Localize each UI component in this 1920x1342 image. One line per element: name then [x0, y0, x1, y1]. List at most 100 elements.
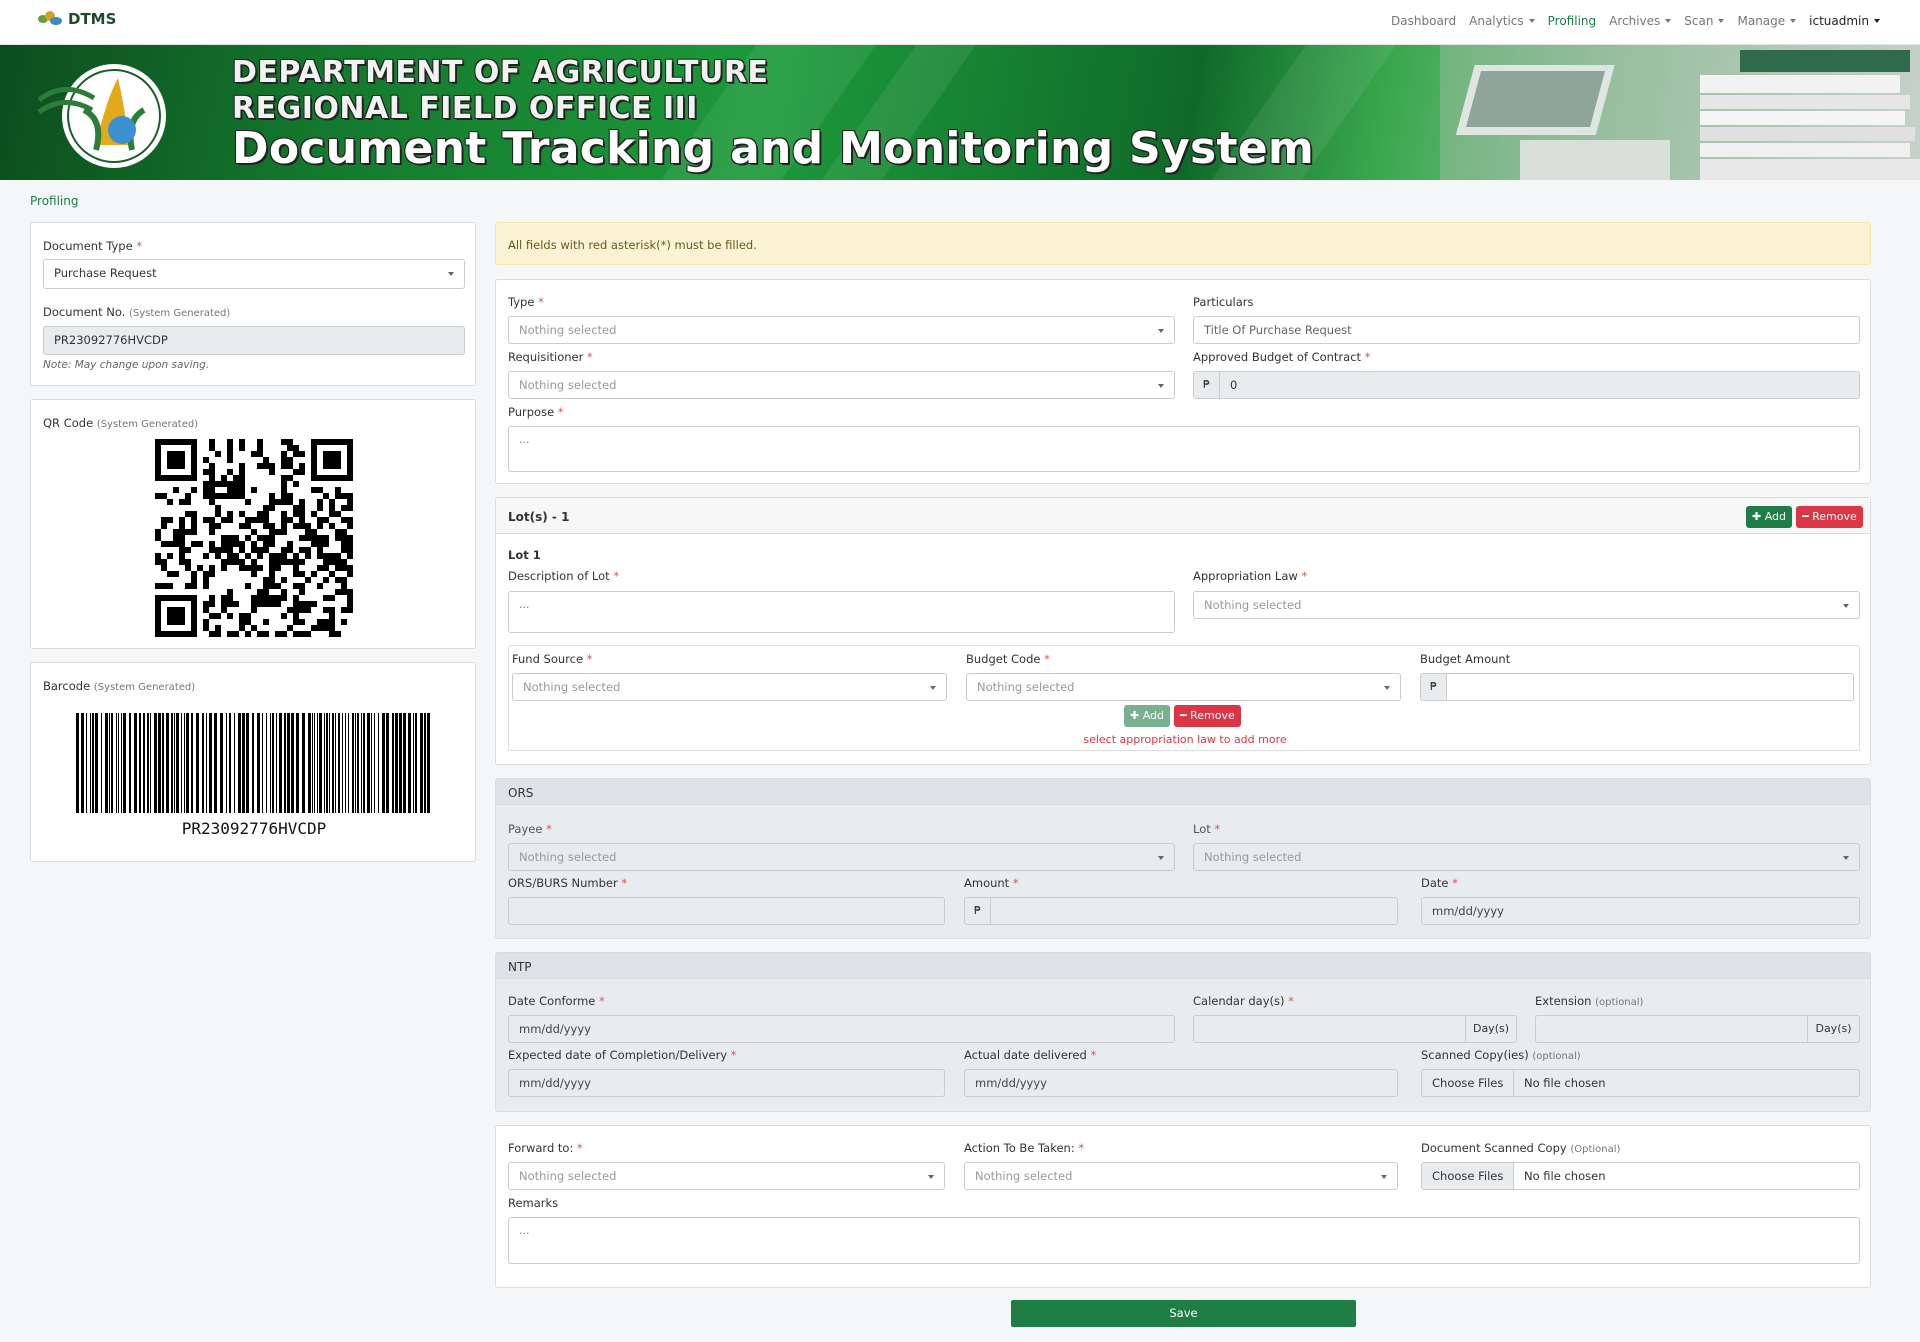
- abc-field: 0: [1219, 371, 1860, 399]
- lot-title: Lot 1: [508, 548, 541, 562]
- nav-manage[interactable]: Manage: [1737, 14, 1796, 28]
- expected-date-label: Expected date of Completion/Delivery *: [508, 1048, 737, 1062]
- payee-select[interactable]: Nothing selected: [508, 843, 1175, 871]
- remove-fund-source-button[interactable]: ━ Remove: [1174, 705, 1241, 727]
- particulars-label: Particulars: [1193, 295, 1254, 309]
- extension-optional: (optional): [1595, 997, 1644, 1008]
- budget-code-select[interactable]: Nothing selected: [966, 673, 1401, 701]
- nav-analytics[interactable]: Analytics: [1469, 14, 1535, 28]
- budget-amount-input[interactable]: [1446, 673, 1854, 701]
- choose-files-button[interactable]: Choose Files: [1422, 1163, 1515, 1189]
- required-asterisk: *: [586, 652, 593, 666]
- barcode-label: Barcode (System Generated): [43, 679, 195, 693]
- nav-archives-label: Archives: [1609, 14, 1661, 28]
- plus-icon: ✚: [1752, 510, 1762, 523]
- actual-date-input[interactable]: mm/dd/yyyy: [964, 1069, 1398, 1097]
- ors-amount-input[interactable]: [990, 897, 1398, 925]
- particulars-input[interactable]: Title Of Purchase Request: [1193, 316, 1860, 344]
- extension-input[interactable]: [1535, 1015, 1808, 1043]
- barcode-image: [76, 713, 430, 813]
- requisitioner-label: Requisitioner *: [508, 350, 593, 364]
- lot-description-textarea[interactable]: ...: [508, 591, 1175, 633]
- requisitioner-select[interactable]: Nothing selected: [508, 371, 1175, 399]
- brand-link[interactable]: DTMS: [38, 10, 116, 28]
- doc-scan-label: Document Scanned Copy (Optional): [1421, 1141, 1620, 1155]
- add-lot-button[interactable]: ✚ Add: [1746, 506, 1793, 528]
- required-asterisk: *: [621, 876, 628, 890]
- appropriation-law-label-text: Appropriation Law: [1193, 569, 1298, 583]
- budget-amount-label: Budget Amount: [1420, 652, 1511, 666]
- expected-date-label-text: Expected date of Completion/Delivery: [508, 1048, 728, 1062]
- calendar-days-input[interactable]: [1193, 1015, 1466, 1043]
- abc-label-text: Approved Budget of Contract: [1193, 350, 1362, 364]
- barcode-label-text: Barcode: [43, 679, 91, 693]
- ors-amount-label: Amount *: [964, 876, 1019, 890]
- add-fund-source-button[interactable]: ✚ Add: [1124, 705, 1171, 727]
- required-asterisk: *: [538, 295, 544, 309]
- action-select[interactable]: Nothing selected: [964, 1162, 1398, 1190]
- no-file-text: No file chosen: [1524, 1076, 1606, 1090]
- days-addon: Day(s): [1807, 1015, 1860, 1043]
- fund-source-select[interactable]: Nothing selected: [512, 673, 947, 701]
- fund-source-label-text: Fund Source: [512, 652, 584, 666]
- add-lot-label: Add: [1764, 510, 1787, 523]
- nav-links: Dashboard Analytics Profiling Archives S…: [1391, 14, 1880, 28]
- fund-source-label: Fund Source *: [512, 652, 592, 666]
- scanned-copies-file-input[interactable]: Choose Files No file chosen: [1421, 1069, 1860, 1097]
- type-label: Type *: [508, 295, 544, 309]
- required-asterisk: *: [1364, 350, 1371, 364]
- nav-dashboard[interactable]: Dashboard: [1391, 14, 1456, 28]
- qr-code-card: QR Code (System Generated): [30, 399, 476, 649]
- forward-card: Forward to: * Nothing selected Action To…: [495, 1125, 1871, 1288]
- doc-no-label-text: Document No.: [43, 305, 126, 319]
- appropriation-law-select[interactable]: Nothing selected: [1193, 591, 1860, 619]
- appropriation-warning: select appropriation law to add more: [1083, 733, 1287, 746]
- doc-type-select[interactable]: Purchase Request: [43, 259, 465, 289]
- save-button[interactable]: Save: [1011, 1300, 1356, 1327]
- fund-source-group: Fund Source * Nothing selected Budget Co…: [508, 645, 1860, 751]
- purpose-label: Purpose *: [508, 405, 564, 419]
- nav-scan[interactable]: Scan: [1684, 14, 1724, 28]
- dtms-logo-icon: [38, 11, 62, 27]
- plus-icon: ✚: [1130, 709, 1140, 722]
- nav-profiling[interactable]: Profiling: [1548, 14, 1597, 28]
- barcode-text: PR23092776HVCDP: [181, 819, 327, 838]
- ors-date-input[interactable]: mm/dd/yyyy: [1421, 897, 1860, 925]
- purpose-textarea[interactable]: ...: [508, 426, 1860, 472]
- required-asterisk: *: [587, 350, 593, 364]
- action-label-text: Action To Be Taken:: [964, 1141, 1075, 1155]
- ors-header: ORS: [496, 779, 1870, 805]
- abc-label: Approved Budget of Contract *: [1193, 350, 1370, 364]
- remove-lot-button[interactable]: ━ Remove: [1796, 506, 1863, 528]
- ors-lot-label: Lot *: [1193, 822, 1220, 836]
- nav-scan-label: Scan: [1684, 14, 1714, 28]
- required-asterisk: *: [557, 405, 564, 419]
- date-conforme-input[interactable]: mm/dd/yyyy: [508, 1015, 1175, 1043]
- required-asterisk: *: [1044, 652, 1050, 666]
- choose-files-button[interactable]: Choose Files: [1422, 1070, 1515, 1096]
- doc-scan-file-input[interactable]: Choose Files No file chosen: [1421, 1162, 1860, 1190]
- required-asterisk: *: [1078, 1141, 1085, 1155]
- banner-title: Document Tracking and Monitoring System: [232, 123, 1315, 174]
- nav-archives[interactable]: Archives: [1609, 14, 1671, 28]
- ntp-card: NTP Date Conforme * mm/dd/yyyy Calendar …: [495, 952, 1871, 1112]
- no-file-text: No file chosen: [1524, 1169, 1606, 1183]
- forward-to-select[interactable]: Nothing selected: [508, 1162, 945, 1190]
- date-conforme-label-text: Date Conforme: [508, 994, 596, 1008]
- ors-number-label-text: ORS/BURS Number: [508, 876, 618, 890]
- remarks-textarea[interactable]: ...: [508, 1217, 1860, 1264]
- payee-label: Payee *: [508, 822, 552, 836]
- required-asterisk: *: [136, 239, 143, 253]
- nav-user-menu[interactable]: ictuadmin: [1809, 14, 1880, 28]
- ors-lot-label-text: Lot: [1193, 822, 1211, 836]
- ors-number-input[interactable]: [508, 897, 945, 925]
- breadcrumb[interactable]: Profiling: [30, 194, 79, 208]
- appropriation-law-label: Appropriation Law *: [1193, 569, 1307, 583]
- forward-to-label-text: Forward to:: [508, 1141, 574, 1155]
- ors-lot-select[interactable]: Nothing selected: [1193, 843, 1860, 871]
- type-select[interactable]: Nothing selected: [508, 316, 1175, 344]
- required-asterisk: *: [546, 822, 552, 836]
- calendar-days-label: Calendar day(s) *: [1193, 994, 1294, 1008]
- expected-date-input[interactable]: mm/dd/yyyy: [508, 1069, 945, 1097]
- lots-header: Lot(s) - 1: [496, 498, 1870, 534]
